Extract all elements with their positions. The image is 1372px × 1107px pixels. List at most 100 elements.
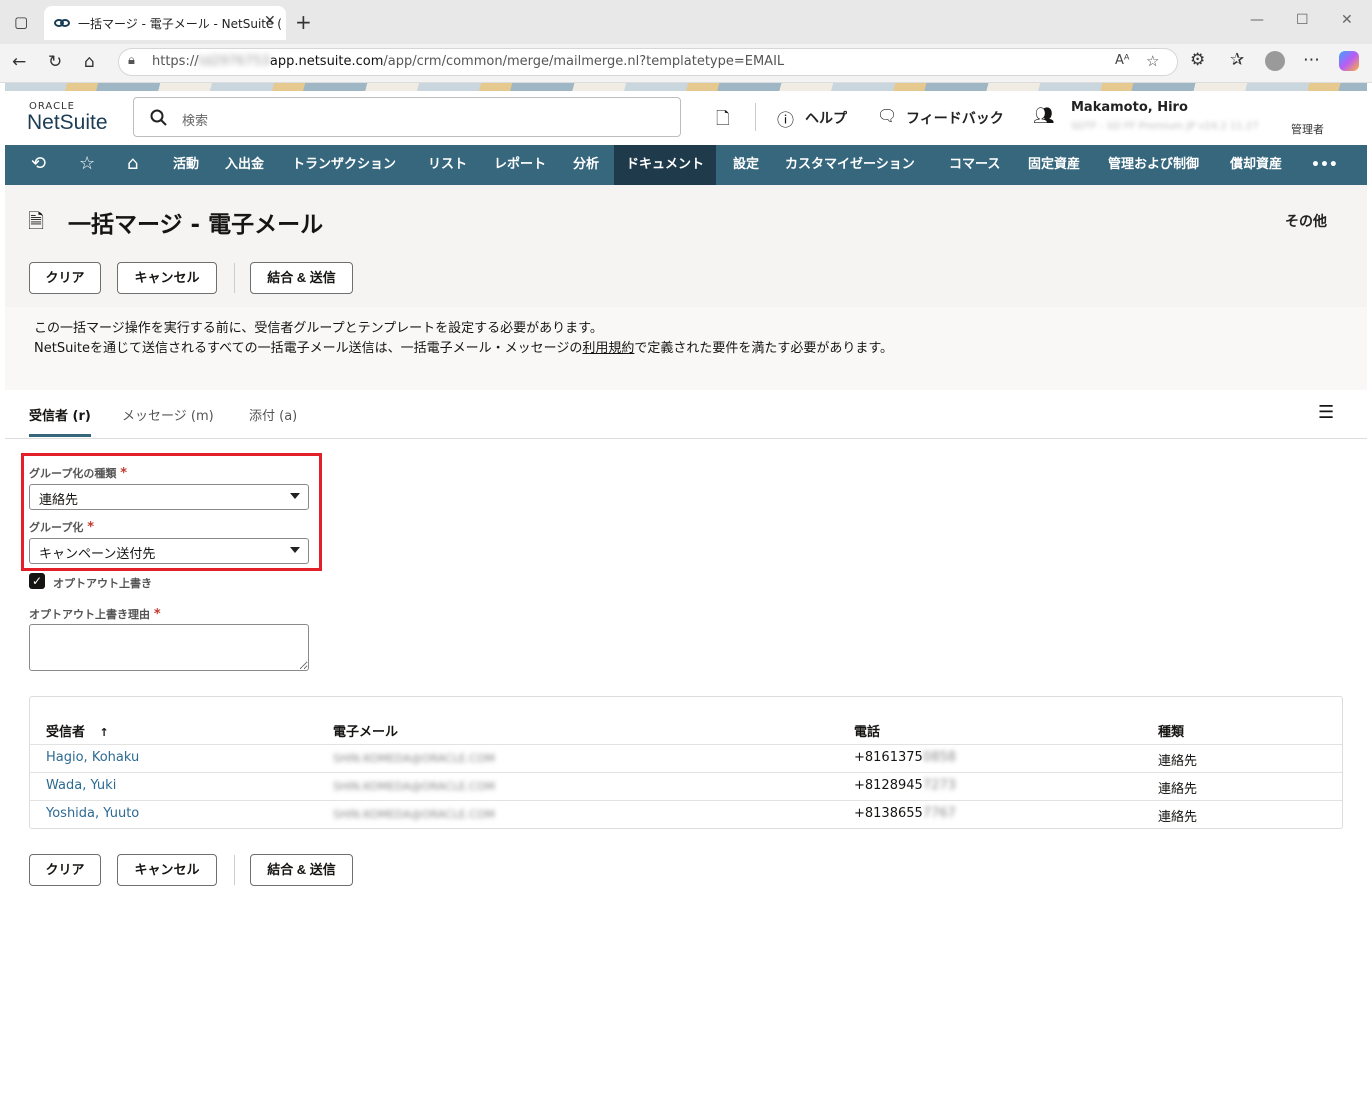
layout-toggle-icon[interactable]: ☰ xyxy=(1318,402,1334,423)
column-header-email[interactable]: 電子メール xyxy=(333,721,398,740)
group-label: グループ化 * xyxy=(29,520,94,535)
main-navigation: ⟲ ☆ ⌂ 活動 入出金 トランザクション リスト レポート 分析 ドキュメント… xyxy=(5,145,1367,185)
global-search-input[interactable]: 検索 xyxy=(133,97,681,137)
window-close-icon[interactable]: ✕ xyxy=(1341,12,1353,28)
user-account: SDTF - SD FF Premium JP v24.2 11.27 xyxy=(1071,121,1259,132)
page-title: 一括マージ - 電子メール xyxy=(68,212,324,238)
more-menu-icon[interactable]: ⋯ xyxy=(1303,50,1320,70)
recipient-type: 連絡先 xyxy=(1158,810,1198,825)
optout-reason-textarea[interactable] xyxy=(29,624,309,671)
cancel-button-bottom[interactable]: キャンセル xyxy=(117,854,217,886)
dropdown-arrow-icon xyxy=(290,493,300,499)
search-placeholder: 検索 xyxy=(182,114,209,129)
netsuite-favicon-icon xyxy=(54,19,70,27)
nav-setup[interactable]: 設定 xyxy=(733,145,759,185)
help-icon[interactable]: ⓘ xyxy=(777,106,794,131)
info-line-1: この一括マージ操作を実行する前に、受信者グループとテンプレートを設定する必要があ… xyxy=(34,321,603,336)
tab-divider xyxy=(5,438,1367,439)
nav-more-icon[interactable]: ••• xyxy=(1311,145,1338,185)
lock-icon[interactable]: 🔒︎ xyxy=(128,53,135,68)
column-header-type[interactable]: 種類 xyxy=(1158,721,1184,740)
nav-analytics[interactable]: 分析 xyxy=(573,145,599,185)
nav-transactions[interactable]: トランザクション xyxy=(292,145,396,185)
optout-override-checkbox[interactable]: ✓ xyxy=(29,573,45,589)
minimize-icon[interactable]: — xyxy=(1250,12,1264,28)
nav-activities[interactable]: 活動 xyxy=(173,145,199,185)
nav-fixed-assets[interactable]: 固定資産 xyxy=(1028,145,1080,185)
home-icon[interactable]: ⌂ xyxy=(84,52,95,72)
recipients-table: 受信者 ↑ 電子メール 電話 種類 Hagio, Kohaku SHIN.KOM… xyxy=(29,696,1343,829)
favorites-star-icon[interactable]: ☆ xyxy=(79,153,95,174)
user-role: 管理者 xyxy=(1291,123,1324,136)
browser-chrome: ▢ 一括マージ - 電子メール - NetSuite ( ✕ + — ☐ ✕ ←… xyxy=(0,0,1372,83)
merge-send-button-top[interactable]: 結合 & 送信 xyxy=(250,262,353,294)
browser-tab[interactable]: 一括マージ - 電子メール - NetSuite ( ✕ xyxy=(44,6,286,40)
favorites-icon[interactable]: ✰ xyxy=(1230,50,1244,70)
table-row: Hagio, Kohaku SHIN.KOMEDA@ORACLE.COM +81… xyxy=(30,744,1342,772)
address-bar[interactable]: 🔒︎ https://td2976753app.netsuite.com/app… xyxy=(118,48,1178,76)
sort-ascending-icon[interactable]: ↑ xyxy=(100,726,109,739)
feedback-icon[interactable]: 🗨︎ xyxy=(877,106,897,125)
nav-lists[interactable]: リスト xyxy=(428,145,467,185)
recipient-name-link[interactable]: Yoshida, Yuuto xyxy=(46,806,139,821)
help-link[interactable]: ヘルプ xyxy=(805,108,847,128)
nav-documents[interactable]: ドキュメント xyxy=(614,145,717,185)
nav-reports[interactable]: レポート xyxy=(494,145,546,185)
cancel-button-top[interactable]: キャンセル xyxy=(117,262,217,294)
copilot-icon[interactable] xyxy=(1339,51,1359,71)
mail-merge-document-icon: 🗎︎ xyxy=(28,209,45,233)
tab-attachments[interactable]: 添付 (a) xyxy=(249,405,297,424)
table-row: Yoshida, Yuuto SHIN.KOMEDA@ORACLE.COM +8… xyxy=(30,800,1342,828)
button-divider xyxy=(234,263,235,293)
netsuite-header: ORACLE NetSuite 検索 🗋︎ ⓘ ヘルプ 🗨︎ フィードバック 👥… xyxy=(5,91,1367,145)
group-type-value: 連絡先 xyxy=(39,493,79,508)
clear-button-bottom[interactable]: クリア xyxy=(29,854,101,886)
back-icon[interactable]: ← xyxy=(12,52,26,72)
group-type-select[interactable]: 連絡先 xyxy=(29,484,309,510)
table-row: Wada, Yuki SHIN.KOMEDA@ORACLE.COM +81289… xyxy=(30,772,1342,800)
group-select[interactable]: キャンペーン送付先 xyxy=(29,538,309,564)
netsuite-logo[interactable]: NetSuite xyxy=(27,111,108,135)
nav-commerce[interactable]: コマース xyxy=(949,145,1000,185)
required-marker: * xyxy=(87,520,94,535)
nav-payments[interactable]: 入出金 xyxy=(225,145,264,185)
nav-amortization[interactable]: 償却資産 xyxy=(1230,145,1282,185)
recent-records-icon[interactable]: ⟲ xyxy=(31,153,46,174)
tab-strip: ▢ 一括マージ - 電子メール - NetSuite ( ✕ + — ☐ ✕ xyxy=(0,0,1372,44)
recipient-phone: +81613750858 xyxy=(854,750,956,765)
tab-title: 一括マージ - 電子メール - NetSuite ( xyxy=(78,17,282,31)
active-tab-indicator xyxy=(29,434,91,437)
user-roles-icon[interactable]: 👥︎ xyxy=(1033,106,1055,126)
header-divider xyxy=(755,103,756,131)
recipient-name-link[interactable]: Hagio, Kohaku xyxy=(46,750,139,765)
create-document-icon[interactable]: 🗋︎ xyxy=(716,106,730,135)
sidebar-toggle-icon[interactable]: ▢ xyxy=(14,13,28,31)
column-header-recipient[interactable]: 受信者 ↑ xyxy=(46,721,109,740)
reload-icon[interactable]: ↻ xyxy=(48,52,62,72)
column-header-phone[interactable]: 電話 xyxy=(854,721,880,740)
maximize-icon[interactable]: ☐ xyxy=(1296,12,1309,28)
terms-of-use-link[interactable]: 利用規約 xyxy=(582,341,634,356)
tab-recipients[interactable]: 受信者 (r) xyxy=(29,405,91,424)
recipient-phone: +81386557767 xyxy=(854,806,956,821)
user-name[interactable]: Makamoto, Hiro xyxy=(1071,100,1188,115)
nav-management[interactable]: 管理および制御 xyxy=(1108,145,1199,185)
recipient-name-link[interactable]: Wada, Yuki xyxy=(46,778,116,793)
read-aloud-icon[interactable]: Aᴬ xyxy=(1115,53,1130,68)
tab-message[interactable]: メッセージ (m) xyxy=(122,405,214,424)
extensions-icon[interactable]: ⚙ xyxy=(1190,50,1205,70)
feedback-link[interactable]: フィードバック xyxy=(906,108,1004,128)
group-type-label: グループ化の種類 * xyxy=(29,466,127,481)
more-actions-button[interactable]: その他 xyxy=(1285,211,1327,231)
new-tab-icon[interactable]: + xyxy=(295,10,312,34)
clear-button-top[interactable]: クリア xyxy=(29,262,101,294)
tab-close-icon[interactable]: ✕ xyxy=(264,13,276,29)
nav-customization[interactable]: カスタマイゼーション xyxy=(785,145,915,185)
profile-avatar[interactable] xyxy=(1265,51,1285,71)
recipient-email: SHIN.KOMEDA@ORACLE.COM xyxy=(333,808,496,821)
url-text: https://td2976753app.netsuite.com/app/cr… xyxy=(152,54,785,69)
favorite-star-icon[interactable]: ☆ xyxy=(1146,52,1159,70)
recipient-phone: +81289457273 xyxy=(854,778,956,793)
merge-send-button-bottom[interactable]: 結合 & 送信 xyxy=(250,854,353,886)
home-dashboard-icon[interactable]: ⌂ xyxy=(127,153,138,174)
